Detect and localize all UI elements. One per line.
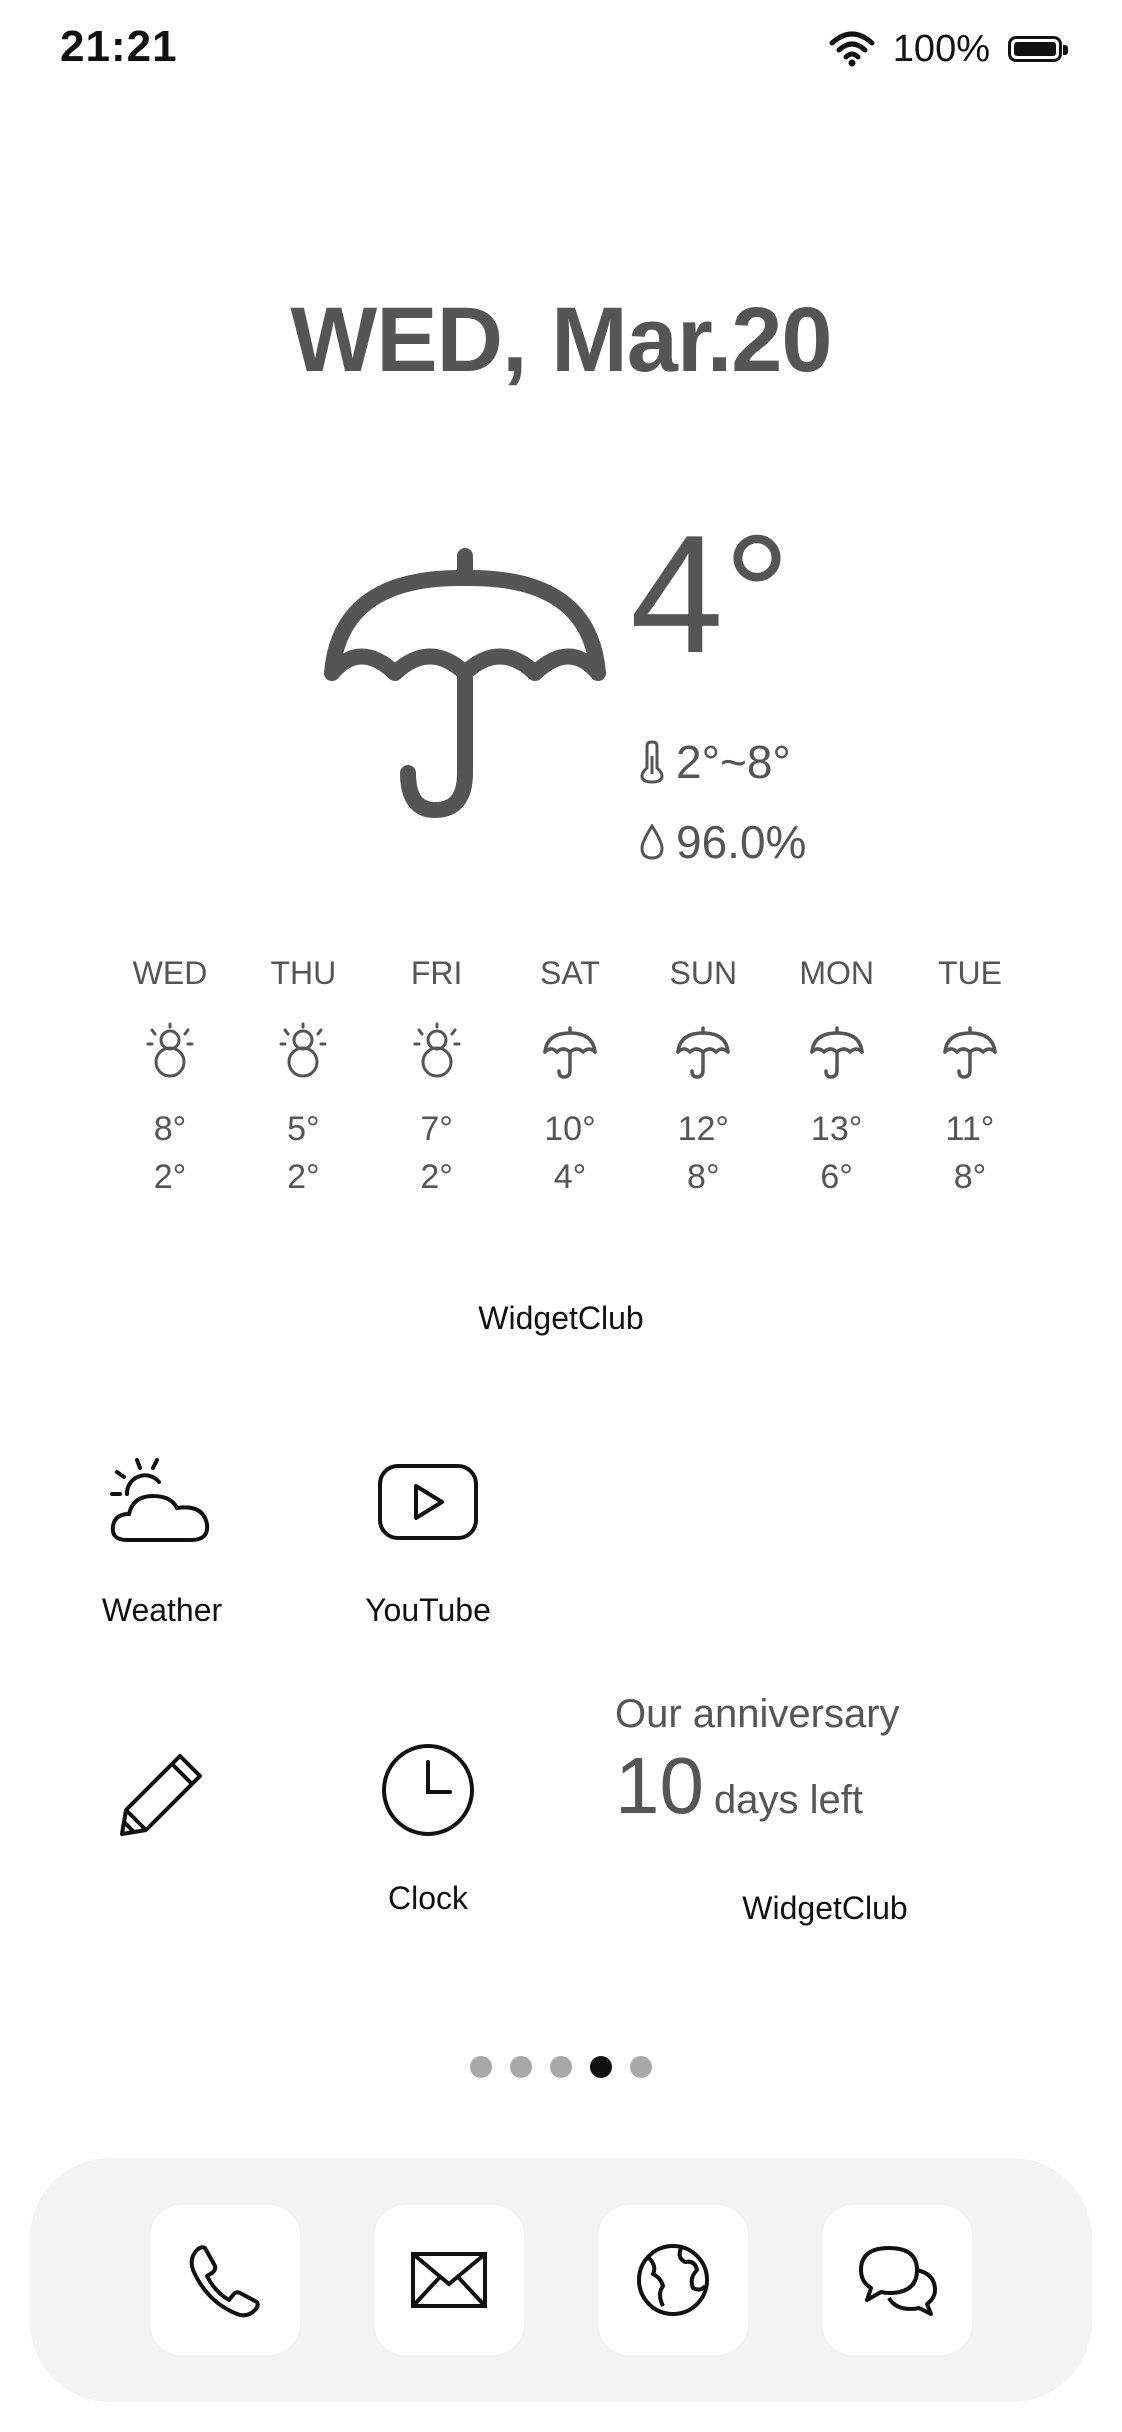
snowman-icon <box>279 1022 327 1078</box>
forecast-day: WED 8° 2° <box>120 955 220 1201</box>
weather-app-label: Weather <box>101 1592 223 1628</box>
anniversary-days-number: 10 <box>615 1741 704 1830</box>
play-icon <box>378 1464 478 1540</box>
clock-icon <box>382 1744 474 1836</box>
forecast-high: 13° <box>810 1110 863 1148</box>
umbrella-icon <box>324 548 606 818</box>
forecast-high: 11° <box>945 1110 995 1148</box>
forecast-day: SAT 10° 4° <box>520 955 620 1201</box>
forecast-high: 12° <box>677 1110 730 1148</box>
forecast-icon <box>940 1007 1000 1097</box>
forecast-day: THU 5° 2° <box>253 955 353 1201</box>
anniversary-widget-label[interactable]: WidgetClub <box>700 1890 950 1927</box>
snowman-icon <box>413 1022 461 1078</box>
forecast-icon <box>273 1007 333 1097</box>
battery-level-fill <box>1014 42 1056 56</box>
youtube-app-label: YouTube <box>365 1592 491 1628</box>
forecast-high: 8° <box>153 1110 187 1148</box>
forecast-high: 5° <box>287 1110 320 1148</box>
battery-percent: 100% <box>892 27 990 70</box>
notes-app[interactable] <box>62 1720 262 1880</box>
forecast-day: MON 13° 6° <box>787 955 887 1201</box>
forecast-low: 2° <box>420 1158 453 1196</box>
clock-app[interactable]: Clock <box>328 1720 528 1917</box>
umbrella-icon <box>809 1026 864 1079</box>
clock-app-label: Clock <box>387 1880 468 1916</box>
forecast-day-name: THU <box>270 955 337 991</box>
page-dot[interactable] <box>510 2056 532 2078</box>
forecast-icon <box>140 1007 200 1097</box>
snowman-icon <box>146 1022 194 1078</box>
forecast-day-name: TUE <box>937 955 1002 991</box>
wifi-icon <box>829 31 875 67</box>
forecast-low: 2° <box>287 1158 320 1196</box>
phone-app[interactable] <box>150 2205 300 2355</box>
forecast-day-name: WED <box>132 955 208 991</box>
current-temperature: 4° <box>630 500 791 688</box>
browser-app[interactable] <box>598 2205 748 2355</box>
anniversary-countdown: 10 days left <box>615 1740 863 1832</box>
min-max-temperature: 2°~8° <box>676 736 791 788</box>
page-indicator[interactable] <box>0 2056 1122 2078</box>
forecast-low: 8° <box>687 1158 720 1196</box>
forecast-day-name: MON <box>799 955 874 991</box>
status-time: 21:21 <box>60 22 178 71</box>
youtube-app[interactable]: YouTube <box>328 1432 528 1629</box>
anniversary-title: Our anniversary <box>615 1692 900 1736</box>
forecast-icon <box>673 1007 733 1097</box>
page-dot[interactable] <box>550 2056 572 2078</box>
page-dot[interactable] <box>630 2056 652 2078</box>
forecast-icon <box>407 1007 467 1097</box>
weather-widget-label[interactable]: WidgetClub <box>0 1300 1122 1337</box>
umbrella-icon <box>676 1026 731 1079</box>
forecast-day-name: SUN <box>669 955 738 991</box>
battery-icon <box>1008 36 1068 62</box>
humidity-value: 96.0% <box>676 816 807 868</box>
forecast-icon <box>807 1007 867 1097</box>
forecast-high: 7° <box>420 1110 453 1148</box>
forecast-day-name: FRI <box>410 955 463 991</box>
forecast-low: 8° <box>953 1158 987 1196</box>
umbrella-icon <box>943 1026 997 1079</box>
pencil-icon <box>120 1754 202 1836</box>
mail-app[interactable] <box>374 2205 524 2355</box>
phone-icon <box>189 2245 260 2318</box>
globe-icon <box>637 2244 709 2316</box>
forecast-day: TUE 11° 8° <box>920 955 1020 1201</box>
weather-date: WED, Mar.20 <box>290 289 832 391</box>
forecast-day-name: SAT <box>540 955 600 991</box>
humidity-row: 96.0% <box>640 815 806 869</box>
page-dot[interactable] <box>590 2056 612 2078</box>
anniversary-days-unit: days left <box>713 1778 863 1822</box>
forecast-day: FRI 7° 2° <box>387 955 487 1201</box>
forecast-high: 10° <box>544 1110 596 1148</box>
min-max-row: 2°~8° <box>640 735 791 789</box>
forecast-row: WED 8° 2° THU 5° 2° FRI 7° 2° SAT 10° 4° SUN 12° 8° MON… <box>120 955 1020 1201</box>
sun-cloud-icon <box>110 1458 210 1542</box>
page-dot[interactable] <box>470 2056 492 2078</box>
thermometer-icon <box>640 740 664 784</box>
dock-apps <box>150 2205 972 2355</box>
forecast-low: 6° <box>820 1158 853 1196</box>
messages-app[interactable] <box>822 2205 972 2355</box>
droplet-icon <box>640 824 664 860</box>
mail-icon <box>411 2252 487 2308</box>
umbrella-icon <box>543 1026 597 1079</box>
weather-app[interactable]: Weather <box>62 1432 262 1629</box>
status-indicators: 100% <box>829 22 1068 76</box>
forecast-icon <box>540 1007 600 1097</box>
forecast-low: 4° <box>553 1158 587 1196</box>
forecast-day: SUN 12° 8° <box>653 955 753 1201</box>
chat-icon <box>859 2246 937 2316</box>
forecast-low: 2° <box>153 1158 187 1196</box>
